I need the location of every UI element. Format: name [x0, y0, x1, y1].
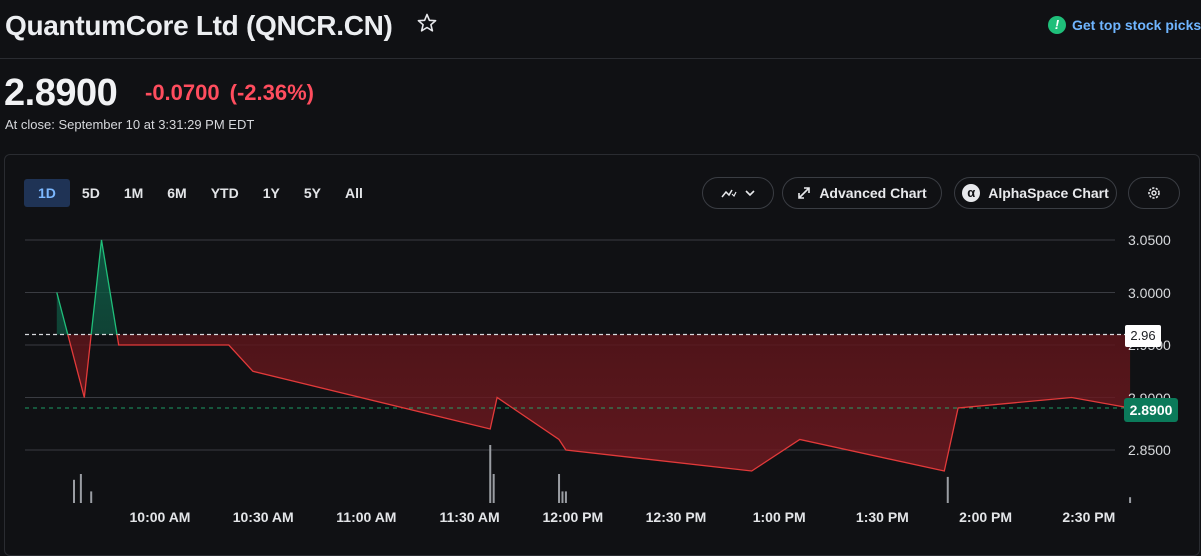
x-tick-label: 12:30 PM: [645, 509, 707, 525]
x-tick-label: 1:00 PM: [752, 509, 806, 525]
volume-bar: [946, 476, 949, 503]
volume-bar: [79, 474, 82, 503]
volume-bar: [564, 491, 567, 503]
price-chart[interactable]: [0, 0, 1201, 532]
x-tick-label: 10:30 AM: [232, 509, 294, 525]
volume-bar: [492, 474, 495, 503]
area-below-prev-close: [56, 334, 1131, 471]
volume-bar: [558, 474, 561, 503]
x-tick-label: 11:30 AM: [439, 509, 500, 525]
x-tick-label: 2:30 PM: [1062, 509, 1116, 525]
x-tick-label: 11:00 AM: [336, 509, 397, 525]
x-tick-label: 2:00 PM: [959, 509, 1013, 525]
last-price-tag: 2.8900: [1124, 398, 1178, 422]
volume-bar: [1129, 497, 1132, 503]
volume-bar: [90, 491, 93, 503]
x-tick-label: 10:00 AM: [129, 509, 191, 525]
volume-bar: [73, 479, 75, 503]
y-tick-label: 3.0000: [1128, 284, 1171, 301]
volume-bar: [561, 491, 564, 503]
previous-close-tag: 2.96: [1125, 325, 1161, 347]
x-tick-label: 1:30 PM: [855, 509, 909, 525]
y-tick-label: 3.0500: [1128, 232, 1171, 248]
x-tick-label: 12:00 PM: [542, 509, 604, 525]
y-tick-label: 2.8500: [1128, 442, 1171, 458]
volume-bar: [489, 445, 492, 503]
